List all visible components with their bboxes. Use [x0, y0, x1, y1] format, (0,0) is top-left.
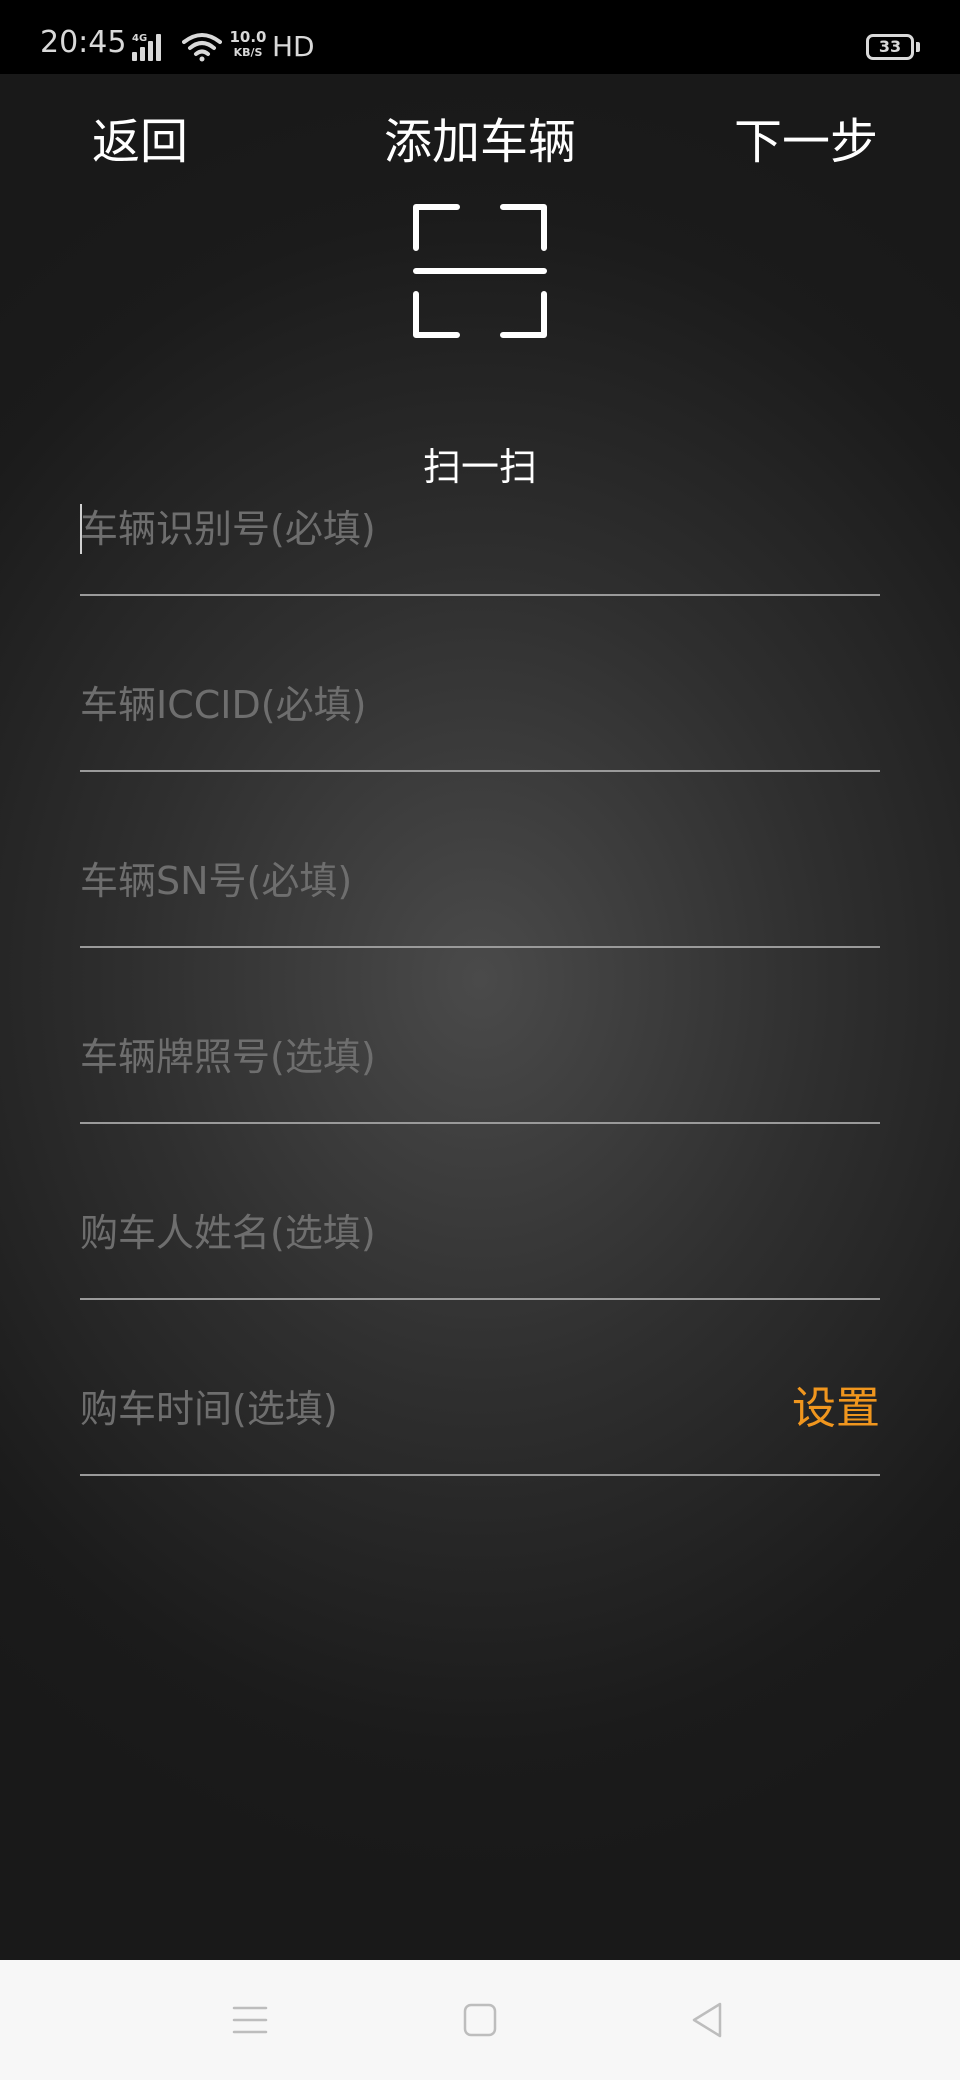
battery-tip [916, 42, 920, 52]
network-type-label: 4G [132, 33, 147, 44]
license-plate-placeholder: 车辆牌照号(选填) [80, 1035, 376, 1079]
screen: 20:45 4G 10.0 KB/S HD 33 返回 添加车辆 下一步 扫一扫… [0, 0, 960, 2080]
back-triangle-icon[interactable] [684, 1996, 732, 2044]
sn-field[interactable]: 车辆SN号(必填) [80, 836, 880, 948]
add-vehicle-page: 返回 添加车辆 下一步 扫一扫 车辆识别号(必填) 车辆ICCID(必填) 车辆… [0, 74, 960, 1960]
menu-lines-icon[interactable] [226, 1996, 274, 2044]
page-title: 添加车辆 [383, 114, 576, 170]
status-time: 20:45 [40, 25, 127, 60]
set-purchase-time-button[interactable]: 设置 [792, 1382, 880, 1436]
iccid-placeholder: 车辆ICCID(必填) [80, 683, 367, 727]
back-button[interactable]: 返回 [92, 112, 188, 172]
home-square-icon[interactable] [456, 1996, 504, 2044]
network-speed-value: 10.0 [229, 28, 267, 46]
vin-placeholder: 车辆识别号(必填) [80, 507, 376, 551]
system-navigation-bar [0, 1960, 960, 2080]
purchase-time-placeholder: 购车时间(选填) [80, 1387, 338, 1431]
network-speed-unit: KB/S [233, 46, 263, 59]
network-speed: 10.0 KB/S [228, 30, 268, 60]
battery-icon: 33 [866, 34, 914, 60]
scan-button[interactable]: 扫一扫 [380, 204, 580, 494]
status-bar: 20:45 4G 10.0 KB/S HD 33 [0, 0, 960, 74]
wifi-icon [182, 33, 222, 62]
purchase-time-field[interactable]: 购车时间(选填) 设置 [80, 1364, 880, 1476]
battery-level: 33 [878, 37, 902, 56]
buyer-name-field[interactable]: 购车人姓名(选填) [80, 1188, 880, 1300]
iccid-field[interactable]: 车辆ICCID(必填) [80, 660, 880, 772]
signal-bars-icon: 4G [132, 33, 161, 61]
sn-placeholder: 车辆SN号(必填) [80, 859, 353, 903]
buyer-name-placeholder: 购车人姓名(选填) [80, 1211, 376, 1255]
vin-field[interactable]: 车辆识别号(必填) [80, 484, 880, 596]
scan-frame-icon [413, 204, 547, 338]
hd-indicator: HD [272, 30, 315, 63]
license-plate-field[interactable]: 车辆牌照号(选填) [80, 1012, 880, 1124]
next-step-button[interactable]: 下一步 [734, 112, 878, 172]
